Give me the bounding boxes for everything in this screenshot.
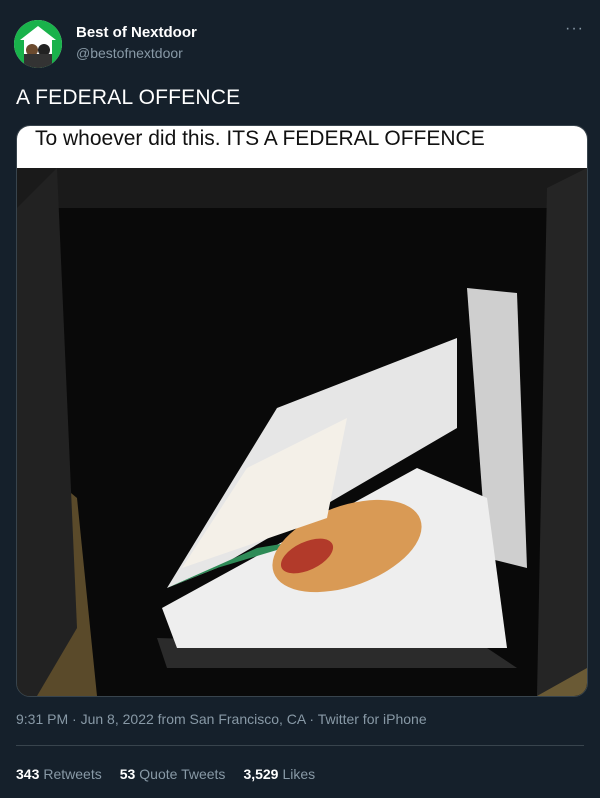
tweet-stats: 343 Retweets 53 Quote Tweets 3,529 Likes: [16, 766, 315, 782]
meta-separator: ·: [309, 711, 318, 727]
more-options-icon[interactable]: ···: [565, 20, 584, 38]
tweet-date[interactable]: Jun 8, 2022: [81, 711, 154, 727]
likes-stat[interactable]: 3,529 Likes: [243, 766, 315, 782]
account-handle[interactable]: @bestofnextdoor: [76, 45, 183, 61]
divider: [16, 745, 584, 746]
tweet-text: A FEDERAL OFFENCE: [16, 86, 241, 109]
avatar[interactable]: [14, 20, 62, 68]
tweet-media[interactable]: To whoever did this. ITS A FEDERAL OFFEN…: [16, 125, 588, 697]
tweet-location: from San Francisco, CA: [157, 711, 306, 727]
quote-tweets-stat[interactable]: 53 Quote Tweets: [120, 766, 226, 782]
mailbox-photo: [17, 168, 587, 696]
tweet-client[interactable]: Twitter for iPhone: [318, 711, 427, 727]
retweets-stat[interactable]: 343 Retweets: [16, 766, 102, 782]
tweet-time[interactable]: 9:31 PM: [16, 711, 68, 727]
nextdoor-logo-icon: [14, 20, 62, 68]
meta-separator: ·: [72, 711, 81, 727]
media-caption: To whoever did this. ITS A FEDERAL OFFEN…: [17, 126, 587, 168]
account-name[interactable]: Best of Nextdoor: [76, 24, 197, 41]
tweet-meta: 9:31 PM · Jun 8, 2022 from San Francisco…: [16, 711, 427, 727]
